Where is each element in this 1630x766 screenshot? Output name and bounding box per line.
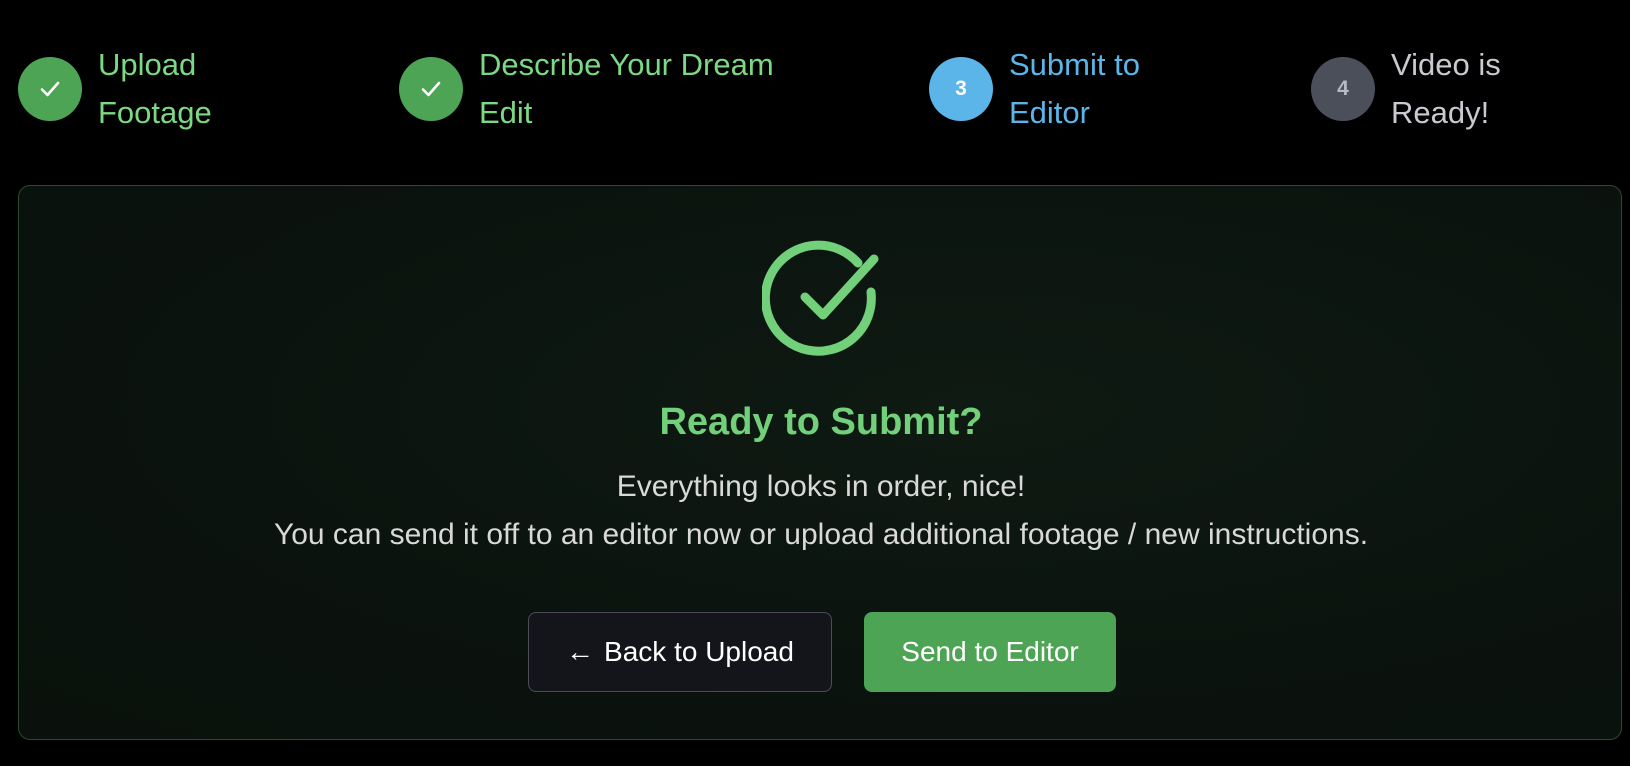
step-2-complete-indicator — [399, 57, 463, 121]
step-1-label: Upload Footage — [98, 41, 212, 137]
step-4-label-line1: Video is — [1391, 47, 1501, 82]
step-2-label: Describe Your Dream Edit — [479, 41, 774, 137]
back-to-upload-button[interactable]: ← Back to Upload — [528, 612, 832, 692]
step-submit-to-editor: 3 Submit to Editor — [929, 41, 1140, 137]
card-description-line2: You can send it off to an editor now or … — [273, 518, 1369, 551]
step-3-label-line1: Submit to — [1009, 47, 1140, 82]
step-4-label-line2: Ready! — [1391, 95, 1490, 130]
step-3-number-badge: 3 — [929, 57, 993, 121]
step-describe-edit: Describe Your Dream Edit — [399, 41, 774, 137]
checkmark-icon — [421, 81, 441, 97]
check-circle-icon — [762, 240, 879, 356]
progress-stepper: Upload Footage Describe Your Dream Edit … — [0, 0, 1630, 180]
card-description-line1: Everything looks in order, nice! — [616, 470, 1026, 503]
step-2-label-line2: Edit — [479, 95, 533, 130]
step-4-number-badge: 4 — [1311, 57, 1375, 121]
submit-card: Ready to Submit? Everything looks in ord… — [18, 185, 1622, 740]
back-to-upload-label: Back to Upload — [604, 636, 794, 667]
send-to-editor-button[interactable]: Send to Editor — [864, 612, 1116, 692]
card-title: Ready to Submit? — [659, 401, 983, 443]
step-3-label: Submit to Editor — [1009, 41, 1140, 137]
step-4-label: Video is Ready! — [1391, 41, 1501, 137]
page: Upload Footage Describe Your Dream Edit … — [0, 0, 1630, 766]
step-1-label-line2: Footage — [98, 95, 212, 130]
step-2-label-line1: Describe Your Dream — [479, 47, 774, 82]
step-1-complete-indicator — [18, 57, 82, 121]
step-video-ready: 4 Video is Ready! — [1311, 41, 1501, 137]
checkmark-icon — [40, 81, 60, 97]
send-to-editor-label: Send to Editor — [901, 636, 1079, 667]
step-1-label-line1: Upload — [98, 47, 197, 82]
step-upload-footage: Upload Footage — [18, 41, 212, 137]
arrow-left-icon: ← — [566, 636, 595, 667]
step-3-label-line2: Editor — [1009, 95, 1090, 130]
